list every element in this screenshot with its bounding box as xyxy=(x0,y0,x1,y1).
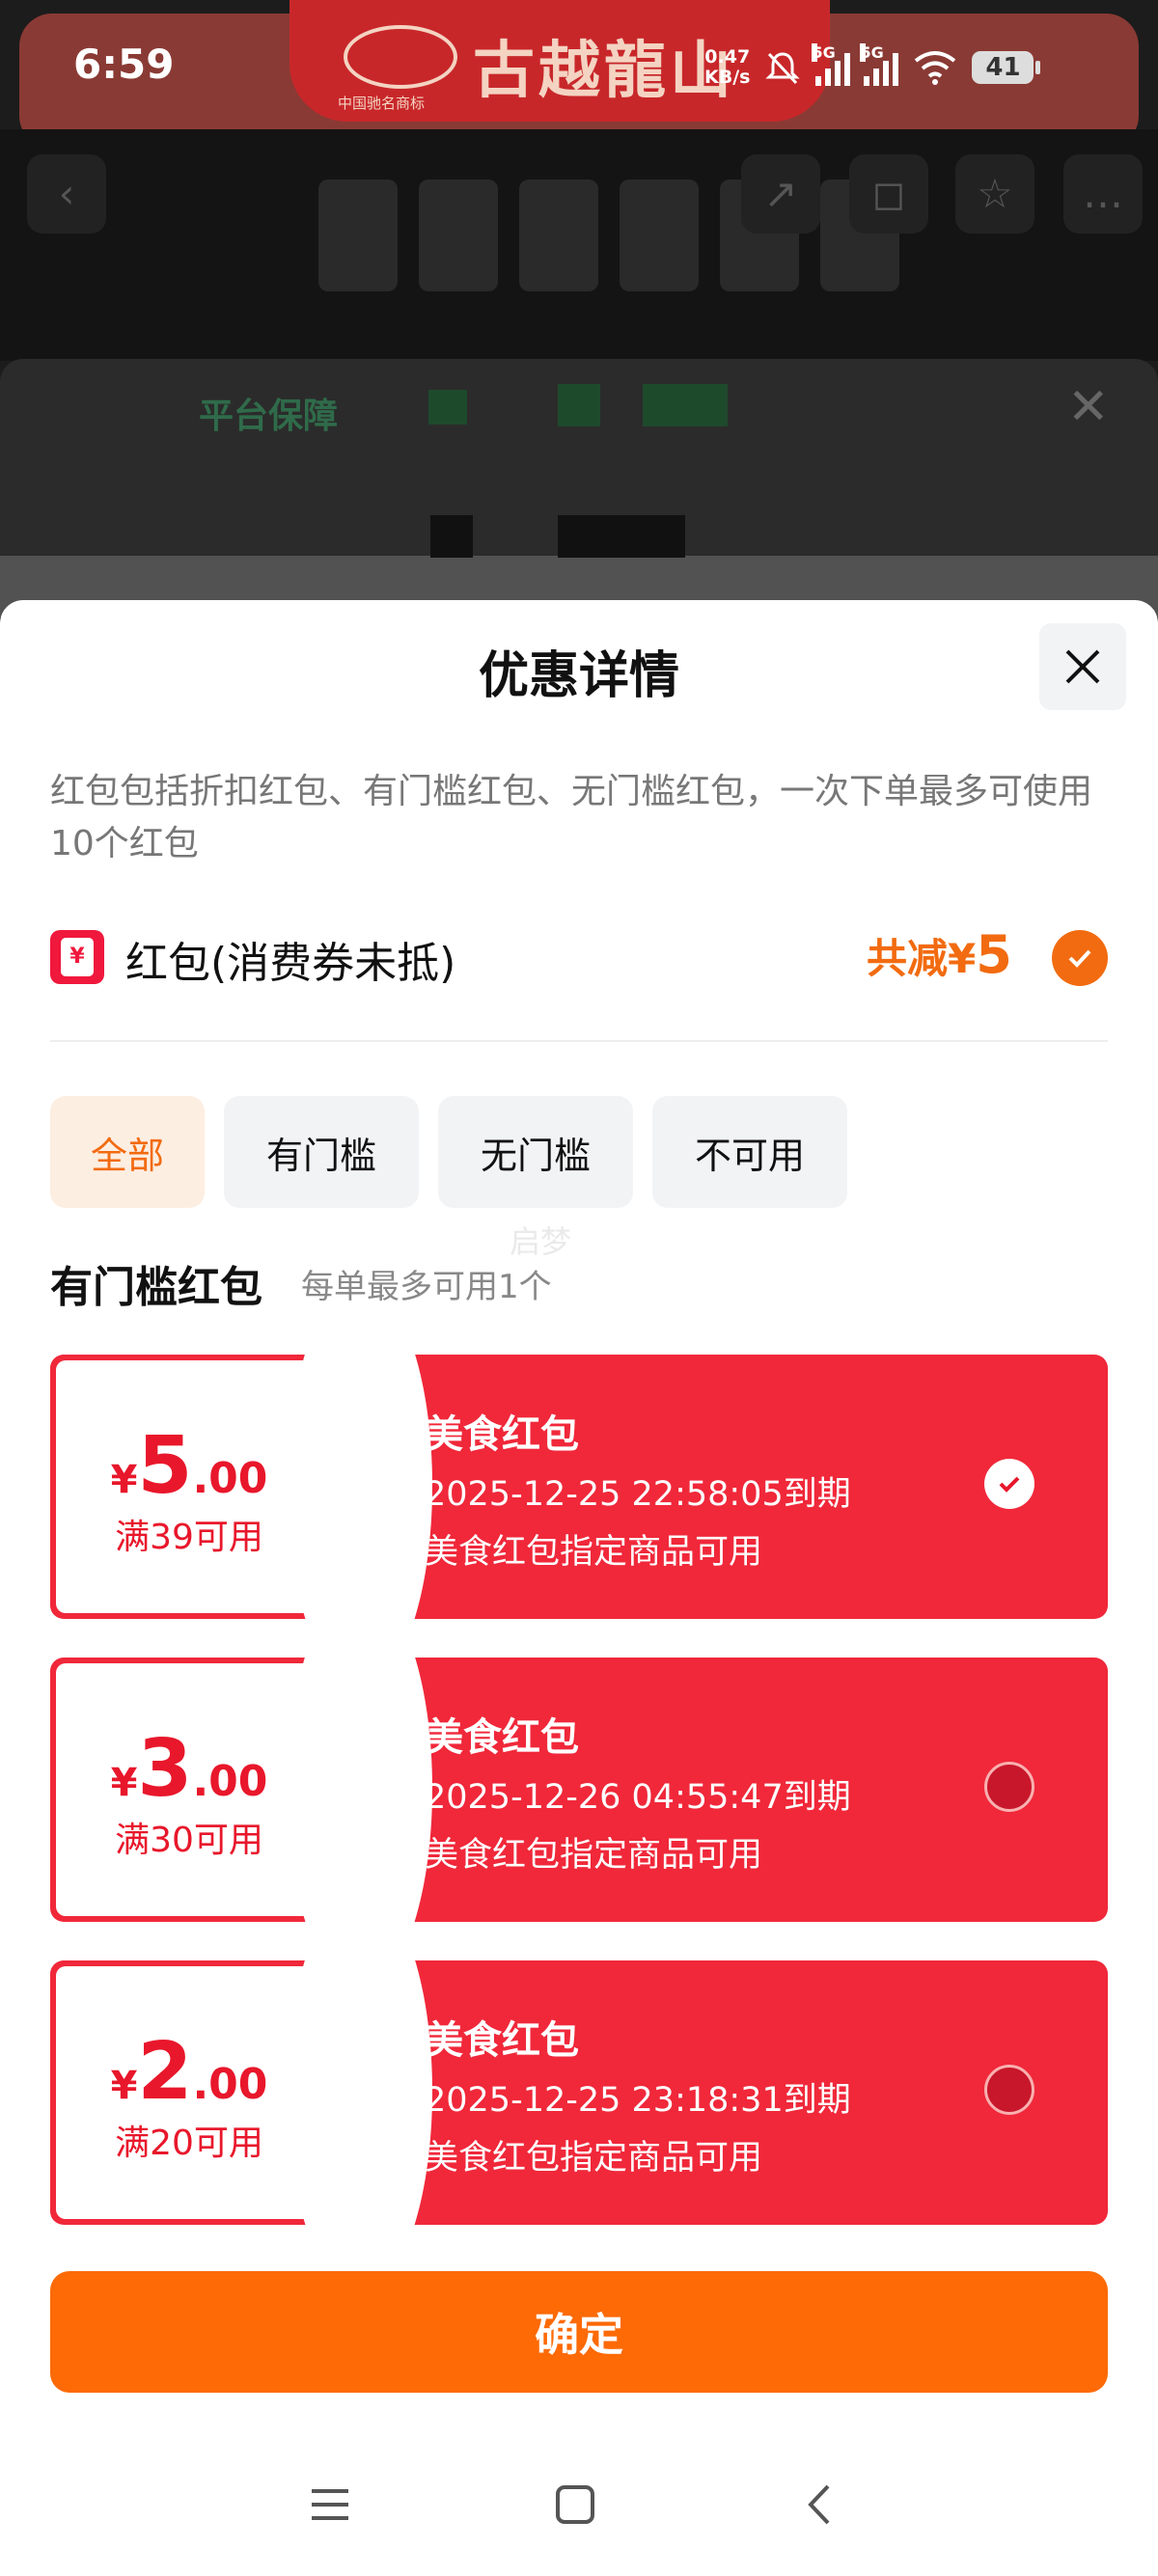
coupon-name: 美食红包 xyxy=(425,1715,579,1760)
coupon-expiry: 2025-12-25 22:58:05到期 xyxy=(425,1475,851,1514)
coupon-card[interactable]: ¥5.00 满39可用 美食红包 2025-12-25 22:58:05到期 美… xyxy=(50,1355,1108,1619)
net-speed: 0.47 KB/s xyxy=(704,46,751,88)
coupon-scope: 美食红包指定商品可用 xyxy=(425,1533,763,1572)
coupon-radio-selected[interactable] xyxy=(984,1459,1034,1509)
share-icon: ↗ xyxy=(741,154,820,233)
coupon-card[interactable]: ¥2.00 满20可用 美食红包 2025-12-25 23:18:31到期 美… xyxy=(50,1960,1108,2225)
brand-name: 古越龍山 xyxy=(473,35,735,107)
product-jars xyxy=(318,179,917,295)
check-icon xyxy=(1068,949,1091,968)
confirm-button[interactable]: 确定 xyxy=(50,2271,1108,2393)
close-button[interactable] xyxy=(1039,623,1126,710)
sheet-title: 优惠详情 xyxy=(478,647,679,705)
watermark: 启梦 xyxy=(510,1223,572,1260)
status-time: 6:59 xyxy=(73,41,175,88)
status-icons: 0.47 KB/s 5G 5G 41 xyxy=(704,39,1041,96)
signal-1-icon: 5G xyxy=(812,43,851,86)
signal-2-icon: 5G xyxy=(860,43,899,86)
back-icon-glyph xyxy=(808,2484,830,2525)
brand-seal xyxy=(344,25,457,89)
coupon-condition: 满39可用 xyxy=(115,1518,263,1557)
coupon-radio[interactable] xyxy=(984,1762,1034,1812)
tab-all[interactable]: 全部 xyxy=(50,1096,205,1208)
coupon-scope: 美食红包指定商品可用 xyxy=(425,1836,763,1875)
wifi-icon xyxy=(915,51,956,85)
home-icon-glyph xyxy=(556,2485,594,2524)
back-icon[interactable] xyxy=(791,2476,849,2534)
coupon-radio[interactable] xyxy=(984,2065,1034,2115)
coupon-condition: 满30可用 xyxy=(115,1821,263,1860)
cart-icon: ◻ xyxy=(849,154,928,233)
more-icon: … xyxy=(1063,154,1143,233)
coupon-name: 美食红包 xyxy=(425,2018,579,2063)
platform-guarantee-title: 平台保障 xyxy=(199,397,339,436)
red-packet-label: 红包(消费券未抵) xyxy=(125,939,456,988)
coupon-amount: ¥3.00 xyxy=(110,1723,268,1815)
red-packet-icon: ¥ xyxy=(50,930,104,984)
menu-icon-glyph xyxy=(312,2489,348,2520)
total-selected-check[interactable] xyxy=(1052,930,1108,986)
tab-unavailable[interactable]: 不可用 xyxy=(652,1096,847,1208)
home-icon[interactable] xyxy=(546,2476,604,2534)
coupon-expiry: 2025-12-26 04:55:47到期 xyxy=(425,1778,851,1817)
coupon-amount: ¥5.00 xyxy=(110,1420,268,1512)
menu-icon[interactable] xyxy=(301,2476,359,2534)
coupon-name: 美食红包 xyxy=(425,1412,579,1457)
section-subtitle: 每单最多可用1个 xyxy=(301,1268,552,1306)
back-arrow-icon: ‹ xyxy=(27,154,106,233)
coupon-card[interactable]: ¥3.00 满30可用 美食红包 2025-12-26 04:55:47到期 美… xyxy=(50,1658,1108,1922)
total-discount: 共减¥5 xyxy=(867,924,1012,985)
battery-icon: 41 xyxy=(972,51,1041,84)
tab-threshold[interactable]: 有门槛 xyxy=(224,1096,419,1208)
background-close-icon: ✕ xyxy=(1067,378,1110,436)
rules-description: 红包包括折扣红包、有门槛红包、无门槛红包，一次下单最多可使用10个红包 xyxy=(50,772,1093,863)
coupon-expiry: 2025-12-25 23:18:31到期 xyxy=(425,2081,851,2120)
section-title: 有门槛红包 xyxy=(50,1263,262,1312)
mute-bell-icon xyxy=(765,52,801,85)
check-icon xyxy=(999,1476,1020,1493)
close-icon xyxy=(1065,649,1100,684)
star-icon: ☆ xyxy=(955,154,1034,233)
coupon-amount: ¥2.00 xyxy=(110,2026,268,2118)
tab-no-threshold[interactable]: 无门槛 xyxy=(438,1096,633,1208)
coupon-condition: 满20可用 xyxy=(115,2124,263,2163)
divider xyxy=(50,1040,1108,1042)
brand-sub: 中国驰名商标 xyxy=(338,95,426,112)
coupon-scope: 美食红包指定商品可用 xyxy=(425,2139,763,2178)
